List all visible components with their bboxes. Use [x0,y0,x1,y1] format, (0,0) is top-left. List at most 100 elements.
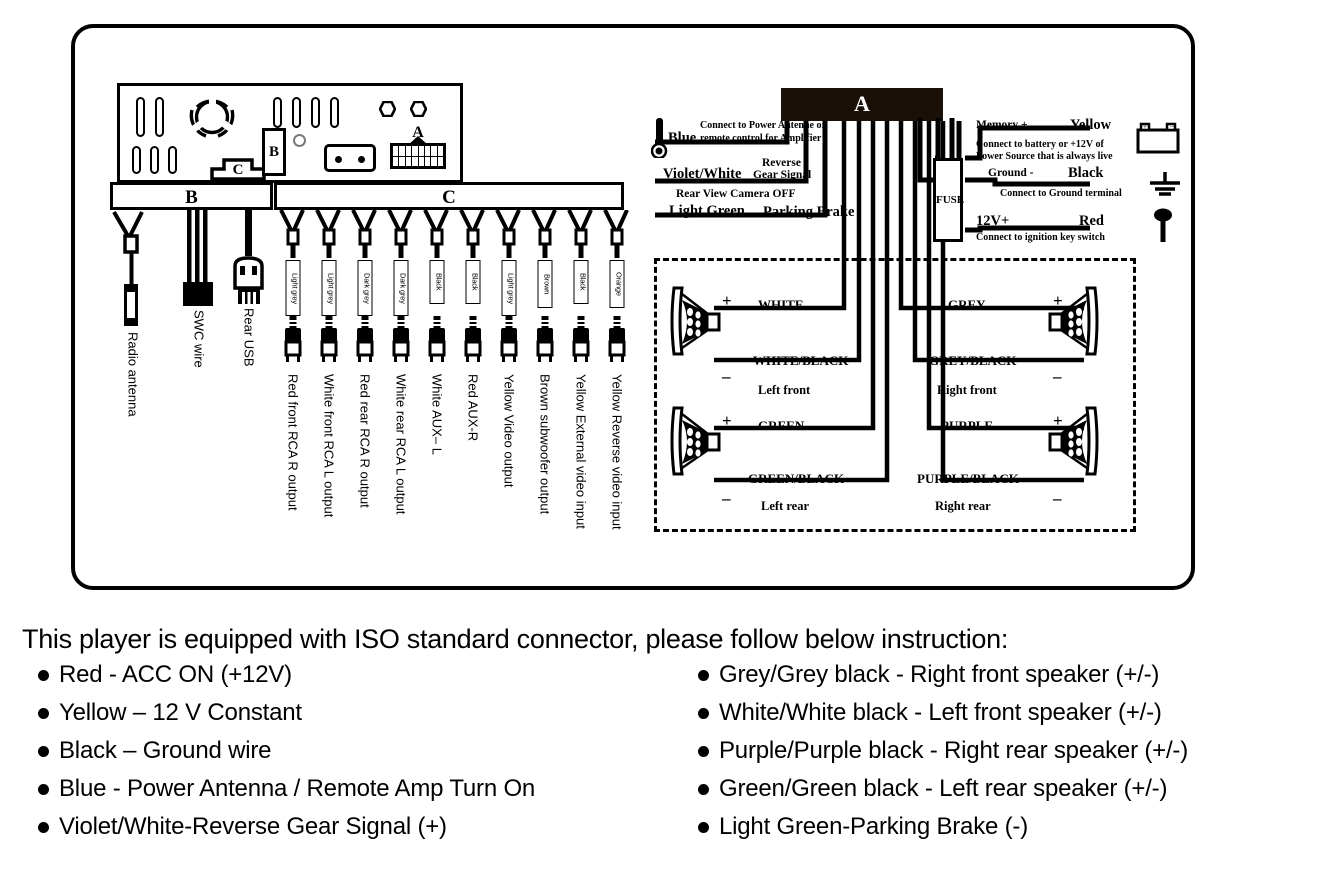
power-acc-right: Red [1079,213,1104,229]
rca-plug-icon [536,316,554,362]
bullet-dot-icon [38,708,49,719]
cable-tag: Orange [609,260,625,308]
harness-bar-c: C [274,182,624,210]
instructions-block: This player is equipped with ISO standar… [22,624,1332,851]
wiring-diagram-page: C B A B C Radio antenna SWC wire Rear US… [0,0,1343,886]
hex-nut-icon [410,101,427,117]
list-item: Light Green-Parking Brake (-) [698,813,1328,851]
cable-description: White AUX– L [429,374,445,455]
right-rear-plus-sign: + [1053,411,1063,430]
power-memory-note2: Power Source that is always live [976,151,1113,162]
signal-blue-color: Blue [668,130,697,146]
connector-a-pin [418,146,424,156]
left-front-position: Left front [758,383,811,397]
list-item: Blue - Power Antenna / Remote Amp Turn O… [38,775,698,813]
list-item-label: Yellow – 12 V Constant [59,699,302,726]
connector-a-pin [412,146,418,156]
cable-radio-antenna-label: Radio antenna [125,332,141,417]
cable-rear-usb: Rear USB [228,210,270,550]
list-item-label: Red - ACC ON (+12V) [59,661,292,688]
vent-slot [136,97,145,137]
power-ground-note1: Connect to Ground terminal [1000,188,1122,199]
connector-a-pin [399,156,405,166]
right-front-plus-sign: + [1053,291,1063,310]
rca-pair-socket [324,144,376,172]
left-rear-positive-wire: GREEN [758,418,805,433]
cable-external-video-input: Black Yellow External video input [565,210,597,560]
cable-tag: Light grey [285,260,301,316]
left-rear-negative-wire: GREEN/BLACK [748,471,845,486]
vent-slot [311,97,320,128]
cable-description: White rear RCA L output [393,374,409,515]
connector-a-pin [405,156,412,166]
cable-rear-usb-label: Rear USB [241,308,257,367]
cable-swc-wire-label: SWC wire [191,310,207,368]
cable-description: Yellow Video output [501,374,517,488]
rca-plug-icon [284,316,302,362]
connector-a-pin [424,156,431,166]
power-antenna-icon [650,118,669,160]
connector-a-pin [437,146,443,156]
list-item-label: White/White black - Left front speaker (… [719,699,1162,726]
vent-slot [292,97,301,128]
cable-description: Brown subwoofer output [537,374,553,515]
power-acc-note1: Connect to ignition key switch [976,232,1105,243]
list-item: Violet/White-Reverse Gear Signal (+) [38,813,698,851]
signal-blue-note-line1: Connect to Power Antenne or [700,120,826,131]
vent-slot [273,97,282,128]
signal-parking-brake-func: Parking Brake [763,204,855,220]
bullet-dot-icon [38,670,49,681]
vent-slot [330,97,339,128]
connector-a-pin [405,146,412,156]
left-front-minus-sign: – [722,367,731,386]
svg-text:+: + [1143,123,1147,131]
bullet-dot-icon [698,822,709,833]
bullet-dot-icon [38,784,49,795]
rca-socket-pin [335,156,342,163]
power-memory-left: Memory + [976,119,1028,131]
list-item: Red - ACC ON (+12V) [38,661,698,699]
cable-aux-l: Black White AUX– L [421,210,453,560]
power-memory-note1: Connect to battery or +12V of [976,139,1104,150]
connector-b-socket-label: B [268,144,279,160]
left-rear-minus-sign: – [722,489,731,508]
cable-reverse-video-input: Orange Yellow Reverse video input [601,210,633,560]
cable-tag: Light grey [321,260,337,316]
cable-description: Red rear RCA R output [357,374,373,508]
speaker-icon-left-front [668,286,724,356]
cable-red-front-rca-r: Light grey Red front RCA R output [277,210,309,560]
signal-rear-view-camera-note: Rear View Camera OFF [676,188,796,200]
power-ground-right: Black [1068,165,1104,181]
rca-plug-icon [320,316,338,362]
cable-white-front-rca-l: Light grey White front RCA L output [313,210,345,560]
right-front-positive-wire: GREY [948,297,986,312]
list-item-label: Black – Ground wire [59,737,272,764]
right-rear-minus-sign: – [1053,489,1062,508]
instructions-left-column: Red - ACC ON (+12V) Yellow – 12 V Consta… [22,661,698,851]
svg-text:−: − [1170,123,1174,131]
left-front-plus-sign: + [722,291,732,310]
cable-tag: Dark grey [357,260,373,316]
cable-white-rear-rca-l: Dark grey White rear RCA L output [385,210,417,560]
bullet-dot-icon [698,784,709,795]
rca-plug-icon [500,316,518,362]
list-item: White/White black - Left front speaker (… [698,699,1328,737]
list-item: Green/Green black - Left rear speaker (+… [698,775,1328,813]
signal-violet-white-color: Violet/White [663,166,742,182]
list-item: Purple/Purple black - Right rear speaker… [698,737,1328,775]
rca-plug-icon [608,316,626,362]
connector-a-harness-label: A [854,91,870,116]
cable-radio-antenna: Radio antenna [110,210,156,550]
cable-aux-r: Black Red AUX-R [457,210,489,560]
harness-bar-c-label: C [442,187,456,208]
harness-bar-b-label: B [185,187,198,208]
fuse-label: FUSE [936,194,965,206]
instructions-intro: This player is equipped with ISO standar… [22,624,1009,654]
list-item-label: Light Green-Parking Brake (-) [719,813,1028,840]
vent-slot [155,97,164,137]
bullet-dot-icon [698,746,709,757]
cable-video-output: Light grey Yellow Video output [493,210,525,560]
cable-tag: Black [573,260,589,304]
list-item: Grey/Grey black - Right front speaker (+… [698,661,1328,699]
list-item-label: Grey/Grey black - Right front speaker (+… [719,661,1160,688]
